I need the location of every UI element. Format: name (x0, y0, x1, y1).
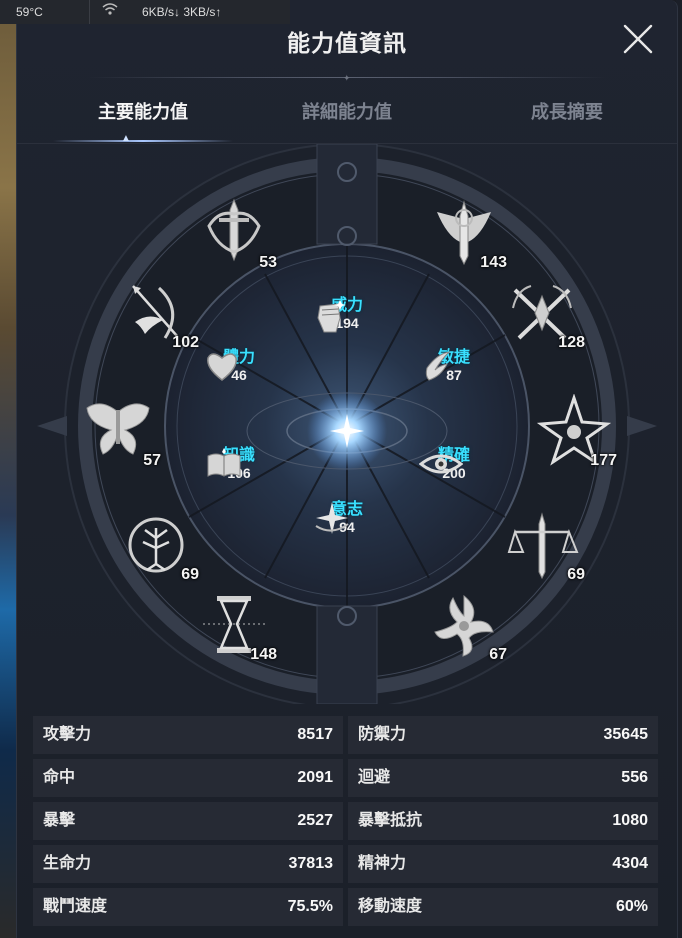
outer-stat-4[interactable]: 128 (505, 276, 585, 351)
inner-stat-precision[interactable]: 精確 200 (419, 446, 489, 482)
outer-stat-1[interactable]: 53 (197, 196, 277, 271)
inner-stat-vitality[interactable]: 體力 46 (204, 348, 274, 384)
outer-stat-value: 53 (259, 254, 277, 271)
stat-defense: 防禦力 35645 (348, 716, 658, 754)
temperature-readout: 59°C (0, 0, 90, 24)
window-title: 能力值資訊 (287, 30, 407, 56)
stat-hp: 生命力 37813 (33, 845, 343, 883)
outer-stat-value: 69 (181, 566, 199, 583)
stat-value: 60% (615, 898, 648, 915)
fist-icon (317, 300, 346, 333)
stat-value: 8517 (297, 726, 333, 743)
outer-stat-value: 143 (480, 254, 507, 271)
inner-stat-willpower[interactable]: 意志 94 (312, 500, 382, 536)
tab-main-stats[interactable]: 主要能力值 (53, 88, 233, 140)
stat-label: 移動速度 (358, 898, 423, 915)
stats-panel: 能力值資訊 ✦ 主要能力值 詳細能力值 成長摘要 ▲ 53 143 102 12… (16, 0, 678, 938)
stat-value: 2091 (297, 769, 333, 786)
outer-stat-value: 69 (567, 566, 585, 583)
outer-stat-value: 148 (250, 646, 277, 663)
sparkle-icon (315, 502, 349, 534)
outer-stat-9[interactable]: 148 (197, 588, 277, 663)
book-icon (207, 448, 241, 477)
outer-stat-7[interactable]: 69 (119, 508, 199, 583)
outer-stat-8[interactable]: 69 (505, 508, 585, 583)
stat-label: 攻擊力 (43, 726, 92, 743)
stat-value: 4304 (612, 855, 648, 872)
stat-accuracy: 命中 2091 (33, 759, 343, 797)
outer-stat-5[interactable]: 57 (81, 394, 161, 469)
stat-mp: 精神力 4304 (348, 845, 658, 883)
active-tab-indicator (53, 140, 233, 142)
outer-stat-value: 128 (558, 334, 585, 351)
stat-combat-speed: 戰鬥速度 75.5% (33, 888, 343, 926)
stat-value: 2527 (297, 812, 333, 829)
stat-label: 戰鬥速度 (43, 898, 108, 915)
system-overlay-bar: 59°C 6KB/s↓ 3KB/s↑ (0, 0, 290, 24)
stat-label: 生命力 (43, 855, 92, 872)
stat-move-speed: 移動速度 60% (348, 888, 658, 926)
outer-stat-10[interactable]: 67 (427, 588, 507, 663)
outer-stat-3[interactable]: 102 (119, 276, 199, 351)
stat-critical-resist: 暴擊抵抗 1080 (348, 802, 658, 840)
divider-ornament-icon: ✦ (343, 73, 351, 83)
stat-label: 暴擊抵抗 (358, 812, 423, 829)
eye-icon (419, 454, 463, 474)
tab-bar: 主要能力值 詳細能力值 成長摘要 ▲ (17, 88, 677, 144)
wifi-icon (90, 0, 130, 24)
game-background-strip (0, 0, 16, 938)
stat-label: 精神力 (358, 855, 407, 872)
outer-stat-2[interactable]: 143 (427, 196, 507, 271)
heart-icon (207, 353, 237, 381)
inner-stat-power[interactable]: 威力 194 (312, 296, 382, 333)
stat-label: 迴避 (358, 769, 391, 786)
stat-value: 37813 (288, 855, 334, 872)
stat-value: 1080 (612, 812, 648, 829)
stat-value: 35645 (603, 726, 649, 743)
stat-attack: 攻擊力 8517 (33, 716, 343, 754)
outer-stat-6[interactable]: 177 (537, 394, 617, 469)
close-icon (623, 24, 653, 54)
outer-stat-value: 102 (172, 334, 199, 351)
tab-detailed-stats[interactable]: 詳細能力值 (257, 88, 437, 140)
stat-value: 75.5% (287, 898, 333, 915)
stat-evasion: 迴避 556 (348, 759, 658, 797)
close-button[interactable] (621, 22, 655, 56)
network-speed-readout: 6KB/s↓ 3KB/s↑ (142, 5, 222, 19)
stat-critical: 暴擊 2527 (33, 802, 343, 840)
tab-growth-summary[interactable]: 成長摘要 (477, 88, 657, 140)
stat-label: 暴擊 (43, 812, 76, 829)
wing-feather-icon (425, 351, 451, 381)
stat-label: 命中 (43, 769, 76, 786)
stat-value: 556 (621, 769, 648, 786)
outer-stat-value: 57 (143, 452, 161, 469)
inner-stat-intelligence[interactable]: 知識 106 (204, 446, 274, 482)
outer-stat-value: 177 (590, 452, 617, 469)
stat-label: 防禦力 (358, 726, 407, 743)
stat-wheel: 53 143 102 128 57 177 69 69 148 67 威力 19… (17, 144, 677, 704)
outer-stat-value: 67 (489, 646, 507, 663)
inner-stat-agility[interactable]: 敏捷 87 (419, 348, 489, 384)
